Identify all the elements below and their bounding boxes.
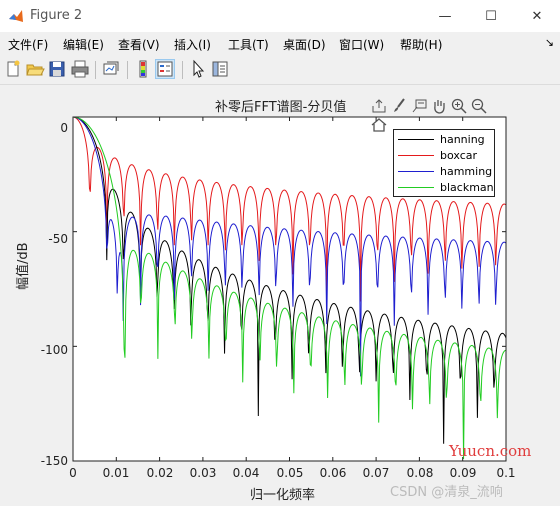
site-watermark: Yuucn.com bbox=[449, 442, 532, 460]
x-tick-label: 0.07 bbox=[362, 466, 390, 480]
x-tick-label: 0.01 bbox=[102, 466, 130, 480]
brush-icon[interactable] bbox=[390, 97, 408, 115]
legend-label: blackman bbox=[440, 181, 494, 194]
legend-swatch bbox=[398, 171, 434, 172]
csdn-watermark: CSDN @清泉_流响 bbox=[390, 485, 503, 500]
legend-entry-hanning: hanning bbox=[398, 132, 485, 147]
x-tick-label: 0.02 bbox=[146, 466, 174, 480]
pan-icon[interactable] bbox=[430, 97, 448, 115]
axes-toolbar bbox=[370, 97, 506, 132]
x-tick-label: 0.04 bbox=[232, 466, 260, 480]
zoom-in-icon[interactable] bbox=[450, 97, 468, 115]
x-tick-label: 0 bbox=[69, 466, 77, 480]
x-tick-label: 0.06 bbox=[319, 466, 347, 480]
x-tick-label: 0.08 bbox=[406, 466, 434, 480]
y-axis-label: 幅值/dB bbox=[16, 242, 31, 290]
x-tick-label: 0.03 bbox=[189, 466, 217, 480]
x-tick-label: 0.09 bbox=[449, 466, 477, 480]
legend-swatch bbox=[398, 155, 434, 156]
y-tick-label: -100 bbox=[40, 343, 68, 357]
legend-label: hamming bbox=[440, 165, 493, 178]
legend-label: hanning bbox=[440, 133, 485, 146]
plot-area[interactable] bbox=[0, 0, 560, 506]
legend-swatch bbox=[398, 187, 434, 188]
x-axis-label: 归一化频率 bbox=[250, 488, 316, 503]
legend-entry-blackman: blackman bbox=[398, 180, 494, 195]
legend-entry-hamming: hamming bbox=[398, 164, 492, 179]
legend[interactable]: hanning boxcar hamming blackman bbox=[393, 129, 495, 197]
x-tick-label: 0.05 bbox=[276, 466, 304, 480]
y-tick-label: 0 bbox=[60, 121, 68, 135]
y-tick-label: -50 bbox=[48, 232, 68, 246]
legend-label: boxcar bbox=[440, 149, 478, 162]
x-tick-label: 0.1 bbox=[496, 466, 516, 480]
legend-swatch bbox=[398, 139, 434, 140]
zoom-out-icon[interactable] bbox=[470, 97, 488, 115]
legend-entry-boxcar: boxcar bbox=[398, 148, 477, 163]
export-icon[interactable] bbox=[370, 97, 388, 115]
home-icon[interactable] bbox=[370, 116, 388, 134]
chart-title: 补零后FFT谱图-分贝值 bbox=[215, 100, 347, 115]
datatip-icon[interactable] bbox=[410, 97, 428, 115]
